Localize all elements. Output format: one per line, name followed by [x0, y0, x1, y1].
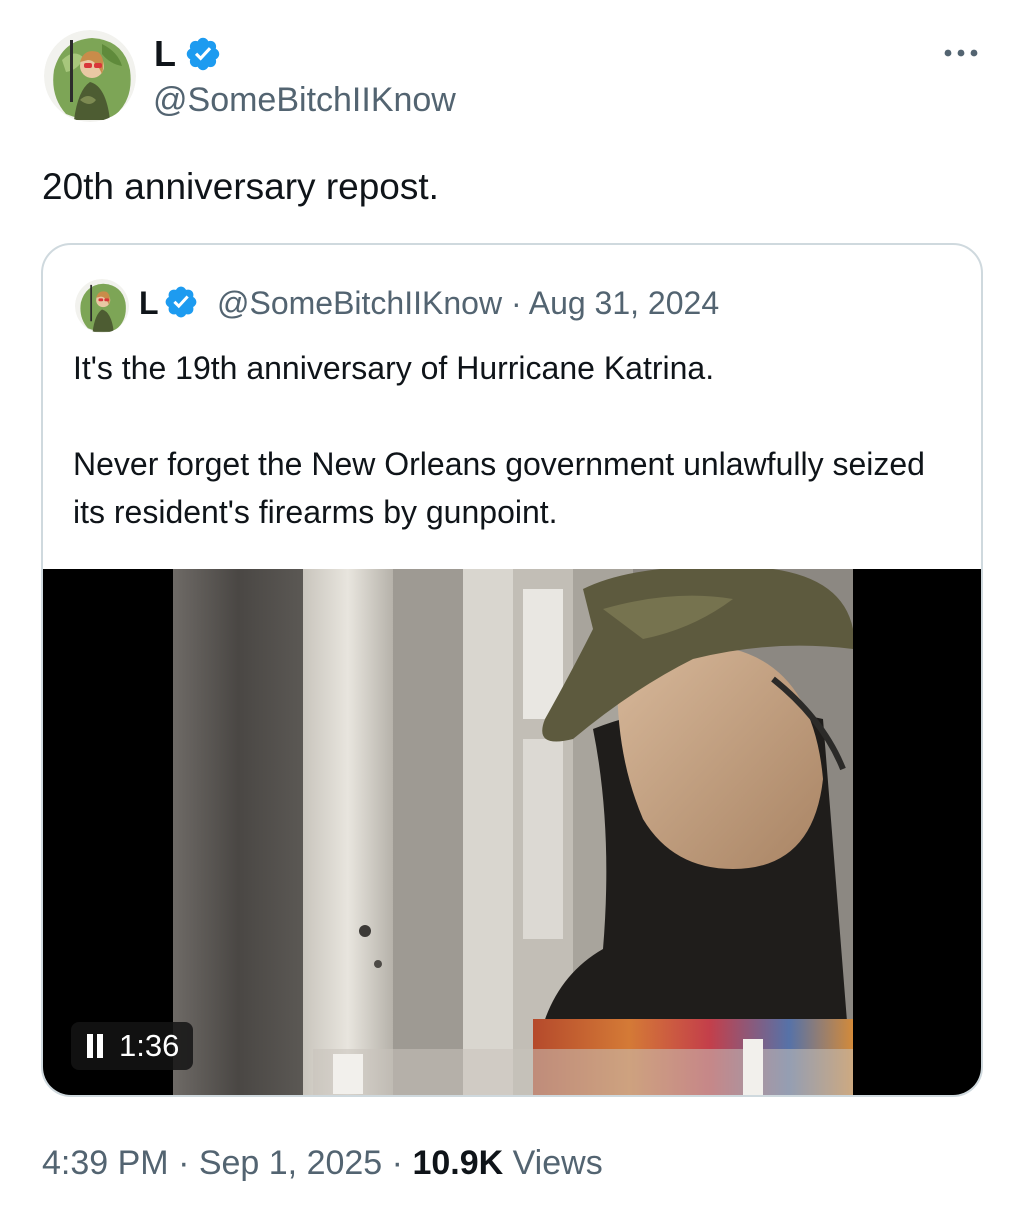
post-text: 20th anniversary repost.: [42, 166, 439, 207]
quoted-tweet[interactable]: L @SomeBitchIIKnow · Aug 31, 2024 It's t…: [41, 243, 983, 1097]
meta-separator: ·: [502, 285, 529, 321]
views-count[interactable]: 10.9K: [412, 1144, 503, 1182]
author-display-name[interactable]: L: [154, 34, 176, 74]
quote-date[interactable]: Aug 31, 2024: [529, 285, 719, 321]
author-avatar[interactable]: [44, 30, 136, 122]
post-footer: 4:39 PM · Sep 1, 2025 · 10.9K Views: [42, 1141, 603, 1185]
quote-author-avatar[interactable]: [75, 279, 129, 333]
more-horizontal-icon[interactable]: [940, 38, 982, 68]
video-frame: [173, 569, 853, 1095]
verified-badge-icon: [186, 37, 220, 71]
author-handle[interactable]: @SomeBitchIIKnow: [153, 80, 456, 120]
quote-text: It's the 19th anniversary of Hurricane K…: [73, 344, 953, 536]
video-status-badge: 1:36: [71, 1022, 194, 1070]
tweet-page: L @SomeBitchIIKnow 20th anniversary repo…: [0, 0, 1024, 1216]
quote-author-handle[interactable]: @SomeBitchIIKnow: [217, 285, 502, 321]
video-player[interactable]: 1:36: [43, 569, 981, 1095]
pause-icon[interactable]: [85, 1034, 105, 1058]
views-label: Views: [503, 1144, 603, 1182]
verified-badge-icon: [165, 286, 197, 318]
quote-meta: @SomeBitchIIKnow · Aug 31, 2024: [217, 283, 719, 323]
quote-author-name[interactable]: L: [139, 283, 159, 323]
post-timestamp[interactable]: 4:39 PM · Sep 1, 2025 ·: [42, 1144, 412, 1182]
video-duration: 1:36: [119, 1028, 180, 1063]
quote-paragraph: It's the 19th anniversary of Hurricane K…: [73, 350, 715, 386]
quote-paragraph: Never forget the New Orleans government …: [73, 446, 925, 530]
